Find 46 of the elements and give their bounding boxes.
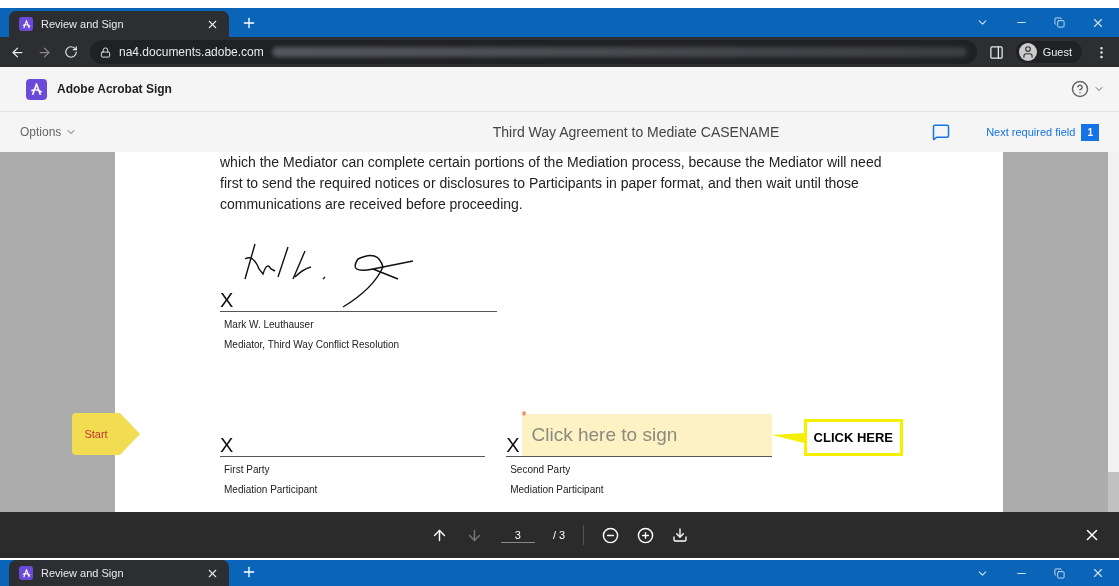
download-icon[interactable] — [672, 527, 689, 543]
address-bar[interactable]: na4.documents.adobe.com — [90, 40, 977, 64]
side-panel-icon[interactable] — [988, 44, 1004, 60]
new-tab-icon[interactable] — [241, 15, 257, 31]
next-required-field-link[interactable]: Next required field — [986, 126, 1076, 138]
help-icon[interactable] — [1071, 80, 1089, 98]
acrobat-logo — [26, 78, 47, 100]
signer-label: Mediator, Third Way Conflict Resolution — [224, 338, 401, 352]
document-title: Third Way Agreement to Mediate CASENAME — [491, 124, 781, 140]
avatar-icon — [1018, 43, 1037, 61]
callout-pointer — [771, 430, 804, 445]
acrobat-icon — [19, 566, 33, 580]
profile-button[interactable]: Guest — [1015, 41, 1082, 63]
lock-icon — [100, 46, 111, 58]
click-here-callout: CLICK HERE — [803, 419, 903, 456]
signer-label: Second Party — [510, 463, 572, 477]
zoom-out-icon[interactable] — [602, 526, 620, 544]
options-menu[interactable]: Options — [20, 125, 340, 139]
browser-tab[interactable]: Review and Sign — [9, 560, 229, 586]
url-host: na4.documents.adobe.com — [119, 45, 264, 59]
restore-icon[interactable] — [1054, 17, 1065, 28]
start-tag-arrow — [120, 413, 140, 455]
tab-title: Review and Sign — [41, 18, 125, 30]
forward-icon[interactable] — [37, 44, 52, 60]
signer-label: First Party — [224, 463, 271, 477]
restore-icon[interactable] — [1054, 567, 1065, 579]
signature-x: X — [220, 289, 234, 311]
scrollbar[interactable] — [1108, 152, 1119, 512]
signer-label: Mark W. Leuthauser — [224, 318, 315, 332]
new-tab-icon[interactable] — [241, 564, 257, 580]
required-count-badge: 1 — [1081, 123, 1099, 141]
back-icon[interactable] — [10, 44, 25, 60]
comment-icon[interactable] — [932, 123, 951, 141]
signer-label: Mediation Participant — [224, 483, 319, 497]
reload-icon[interactable] — [64, 45, 78, 59]
signature-x: X — [506, 434, 520, 456]
page-total: / 3 — [552, 529, 566, 541]
app-name: Adobe Acrobat Sign — [57, 82, 172, 96]
zoom-in-icon[interactable] — [637, 526, 655, 544]
signer-label: Mediation Participant — [510, 483, 605, 497]
signature-x: X — [220, 434, 234, 456]
browser-tab[interactable]: Review and Sign — [9, 11, 229, 37]
document-paragraph: which the Mediator can complete certain portions of the Mediation process, because the Mediator will need first to send the required notices or disclosures to Participants in paper format, and then wait until those communications are received before proceeding. — [220, 153, 883, 214]
page-number-field[interactable]: 3 — [500, 527, 535, 543]
tab-title: Review and Sign — [41, 567, 125, 579]
acrobat-icon — [19, 17, 33, 31]
